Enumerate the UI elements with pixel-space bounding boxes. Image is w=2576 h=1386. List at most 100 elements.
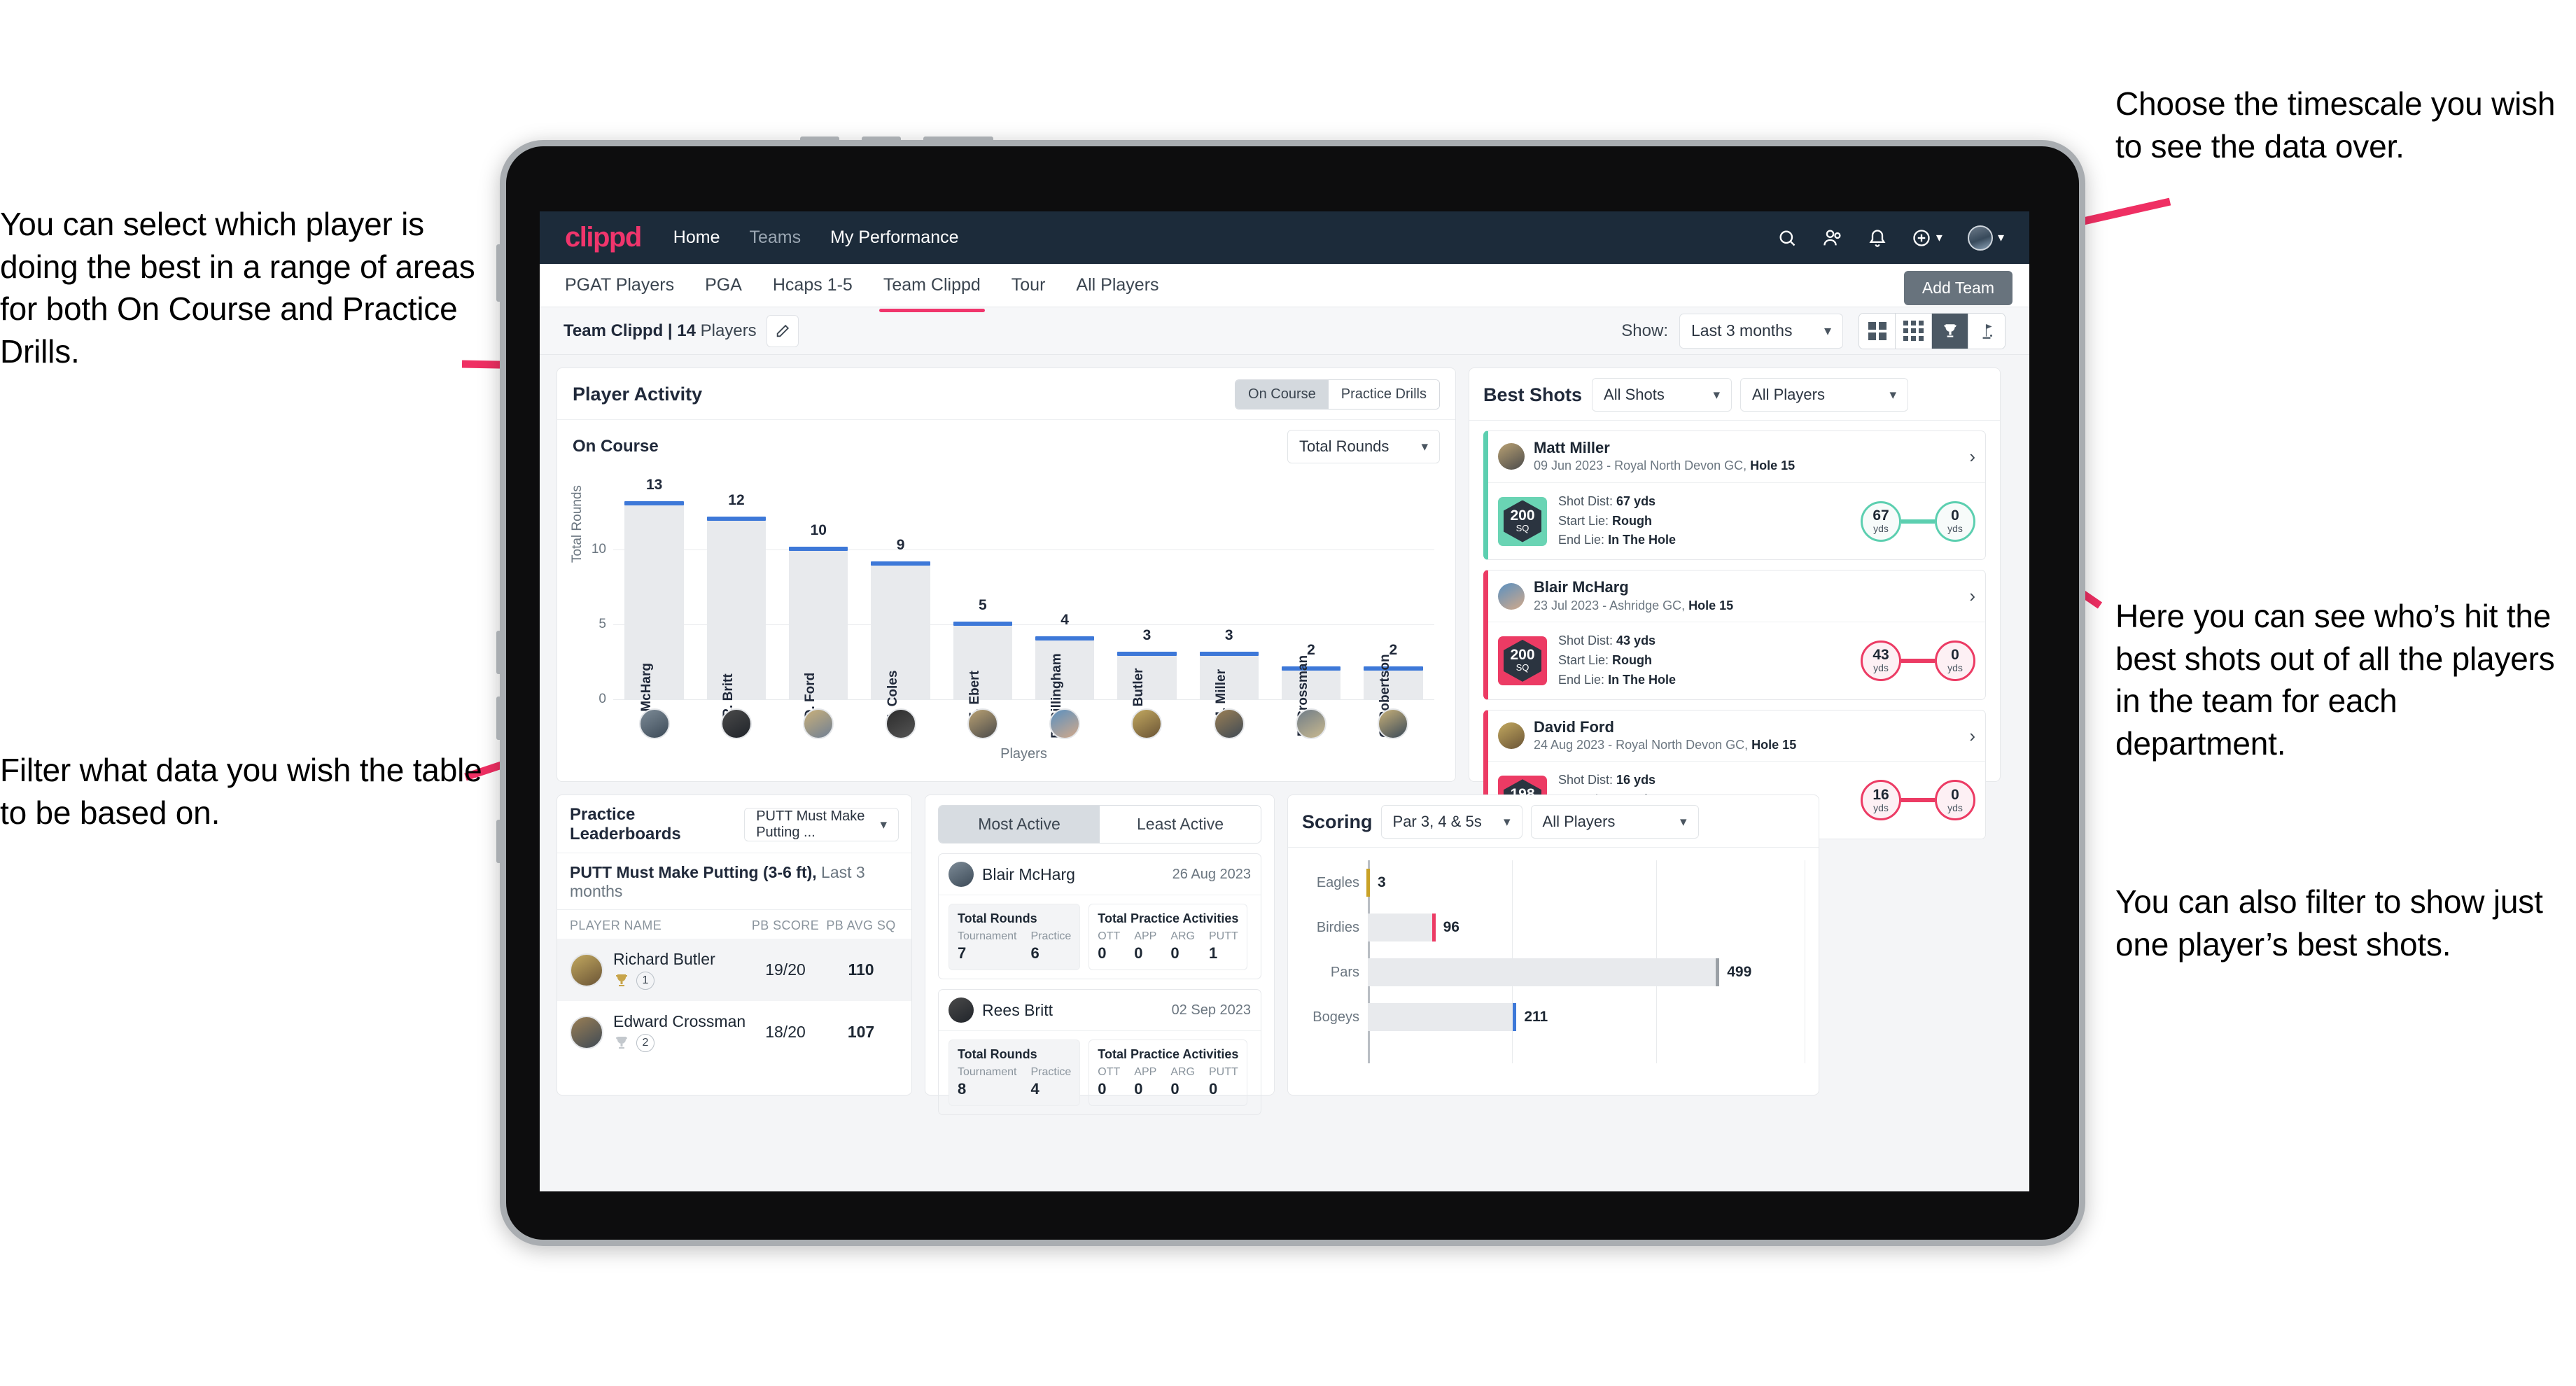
chart-bar-cell[interactable]: 13 B. McHarg [613, 477, 695, 729]
table-row[interactable]: Richard Butler 1 19/20 110 [557, 939, 911, 1001]
avatar[interactable] [885, 708, 916, 739]
best-shot-card[interactable]: Blair McHarg 23 Jul 2023 - Ashridge GC, H… [1483, 570, 1986, 700]
timescale-select[interactable]: Last 3 months ▾ [1679, 313, 1843, 349]
chart-bar-cell[interactable]: 2 E. Crossman [1270, 490, 1352, 736]
chart-bar[interactable]: 2 E. Crossman [1281, 642, 1341, 736]
dashboard-content: Player Activity On Course Practice Drill… [540, 355, 2029, 1115]
activity-card[interactable]: Blair McHarg 26 Aug 2023 Total Rounds Tourn… [938, 853, 1261, 979]
scoring-row[interactable]: Pars 499 [1302, 950, 1805, 995]
column-pb-avg-sq: PB AVG SQ [826, 918, 896, 932]
scoring-player-select[interactable]: All Players ▾ [1530, 805, 1699, 839]
pb-avg-sq-value: 107 [847, 1023, 875, 1041]
practice-value: 1 [1208, 944, 1218, 962]
add-team-button[interactable]: Add Team [1903, 271, 2012, 305]
chart-bar-cell[interactable]: 5 E. Ebert [941, 490, 1023, 721]
chart-bar-cell[interactable]: 2 C. Robertson [1352, 490, 1434, 738]
avatar[interactable] [1378, 708, 1409, 739]
chevron-down-icon: ▾ [1503, 814, 1511, 830]
nav-link-teams[interactable]: Teams [749, 227, 801, 248]
activity-card[interactable]: Rees Britt 02 Sep 2023 Total Rounds Tournam… [938, 989, 1261, 1115]
chart-bar-cap [624, 501, 684, 506]
scoring-par-select[interactable]: Par 3, 4 & 5s ▾ [1380, 805, 1522, 839]
tab-pgat-players[interactable]: PGAT Players [565, 265, 674, 305]
practice-drill-name: PUTT Must Make Putting (3-6 ft), [570, 863, 817, 881]
best-shot-card[interactable]: Matt Miller 09 Jun 2023 - Royal North Dev… [1483, 430, 1986, 561]
callout-right-top: Choose the timescale you wish to see the… [2115, 85, 2556, 164]
edit-team-button[interactable] [766, 314, 799, 347]
nav-link-home[interactable]: Home [673, 227, 720, 248]
avatar[interactable] [638, 708, 670, 739]
tab-all-players[interactable]: All Players [1076, 265, 1158, 305]
player-activity-panel: Player Activity On Course Practice Drill… [556, 368, 1456, 782]
scoring-row[interactable]: Eagles 3 [1302, 860, 1805, 905]
scoring-row[interactable]: Birdies 96 [1302, 905, 1805, 950]
chevron-right-icon[interactable]: › [1962, 585, 1975, 607]
chevron-right-icon[interactable]: › [1962, 446, 1975, 468]
tab-hcaps-1-5[interactable]: Hcaps 1-5 [773, 265, 853, 305]
avatar[interactable]: ▾ [1967, 225, 2004, 251]
tab-team-clippd[interactable]: Team Clippd [878, 265, 985, 312]
clippd-logo[interactable]: clippd [565, 222, 642, 253]
chart-bar-cell[interactable]: 12 R. Britt [695, 490, 777, 718]
tab-most-active[interactable]: Most Active [939, 806, 1100, 843]
scoring-label: Bogeys [1312, 1009, 1359, 1025]
tab-least-active[interactable]: Least Active [1100, 806, 1261, 843]
chart-bar-cell[interactable]: 10 D. Ford [778, 490, 860, 719]
view-grid-9-button[interactable] [1896, 313, 1932, 349]
chart-bar-cell[interactable]: 3 R. Butler [1106, 490, 1188, 724]
avatar[interactable] [1213, 708, 1245, 739]
toggle-on-course[interactable]: On Course [1236, 380, 1329, 409]
best-shots-type-select[interactable]: All Shots ▾ [1592, 378, 1732, 412]
scoring-row[interactable]: Bogeys 211 [1302, 995, 1805, 1040]
practice-value: 0 [1170, 1080, 1180, 1098]
chart-y-axis-label: Total Rounds [570, 485, 584, 563]
chart-bar-cell[interactable]: 3 M. Miller [1188, 490, 1270, 722]
view-flag-button[interactable] [1968, 313, 2005, 349]
scoring-par-value: Par 3, 4 & 5s [1392, 813, 1482, 830]
best-shots-player-select[interactable]: All Players ▾ [1740, 378, 1909, 412]
people-icon[interactable] [1822, 228, 1843, 248]
pb-score-value: 18/20 [765, 1023, 806, 1041]
avatar[interactable] [967, 708, 998, 739]
avatar[interactable] [1296, 708, 1327, 739]
chevron-right-icon[interactable]: › [1962, 725, 1975, 747]
toggle-practice-drills[interactable]: Practice Drills [1328, 380, 1439, 409]
shot-distance-line: Shot Dist: 16 yds [1558, 773, 1656, 788]
avatar[interactable] [1049, 708, 1081, 739]
chart-player-avatars [613, 708, 1434, 739]
chart-bar-cell[interactable]: 4 D. Billingham [1023, 490, 1105, 738]
view-grid-4-button[interactable] [1859, 313, 1896, 349]
plus-circle-icon[interactable]: ▾ [1912, 228, 1942, 248]
chart-bar[interactable]: 3 R. Butler [1117, 627, 1177, 724]
avatar[interactable] [803, 708, 834, 739]
table-row[interactable]: Edward Crossman 2 18/20 107 [557, 1001, 911, 1063]
view-trophy-button[interactable] [1932, 313, 1968, 349]
activity-metric-select[interactable]: Total Rounds ▾ [1287, 430, 1440, 463]
chart-bar[interactable]: 12 R. Britt [706, 492, 766, 718]
chart-y-tick: 5 [598, 616, 606, 631]
chart-bar[interactable]: 13 B. McHarg [624, 477, 684, 729]
chart-bar[interactable]: 9 J. Coles [871, 537, 930, 721]
shot-quality-chip: 200 SQ [1498, 636, 1547, 685]
tab-pga[interactable]: PGA [705, 265, 742, 305]
chart-avatar-cell [695, 708, 777, 739]
shot-start-value: 67 [1872, 507, 1889, 524]
chart-bar-value: 2 [1307, 642, 1315, 659]
shot-end-value: 0 [1951, 507, 1959, 524]
chart-bar[interactable]: 3 M. Miller [1199, 627, 1259, 722]
chart-bar[interactable]: 4 D. Billingham [1035, 612, 1095, 738]
scoring-bar-value: 96 [1443, 919, 1460, 935]
search-icon[interactable] [1777, 228, 1797, 248]
bell-icon[interactable] [1868, 228, 1886, 248]
avatar[interactable] [1131, 708, 1163, 739]
tab-tour[interactable]: Tour [1011, 265, 1046, 305]
pb-avg-sq-value: 110 [848, 960, 874, 979]
chart-bar[interactable]: 5 E. Ebert [953, 597, 1013, 721]
chart-bar[interactable]: 10 D. Ford [789, 522, 848, 719]
practice-value: 0 [1170, 944, 1180, 962]
nav-link-my-performance[interactable]: My Performance [830, 227, 958, 248]
avatar[interactable] [720, 708, 752, 739]
chart-bar[interactable]: 2 C. Robertson [1364, 642, 1423, 738]
practice-drill-select[interactable]: PUTT Must Make Putting ... ▾ [744, 808, 899, 841]
chart-bar-cell[interactable]: 9 J. Coles [860, 490, 941, 721]
